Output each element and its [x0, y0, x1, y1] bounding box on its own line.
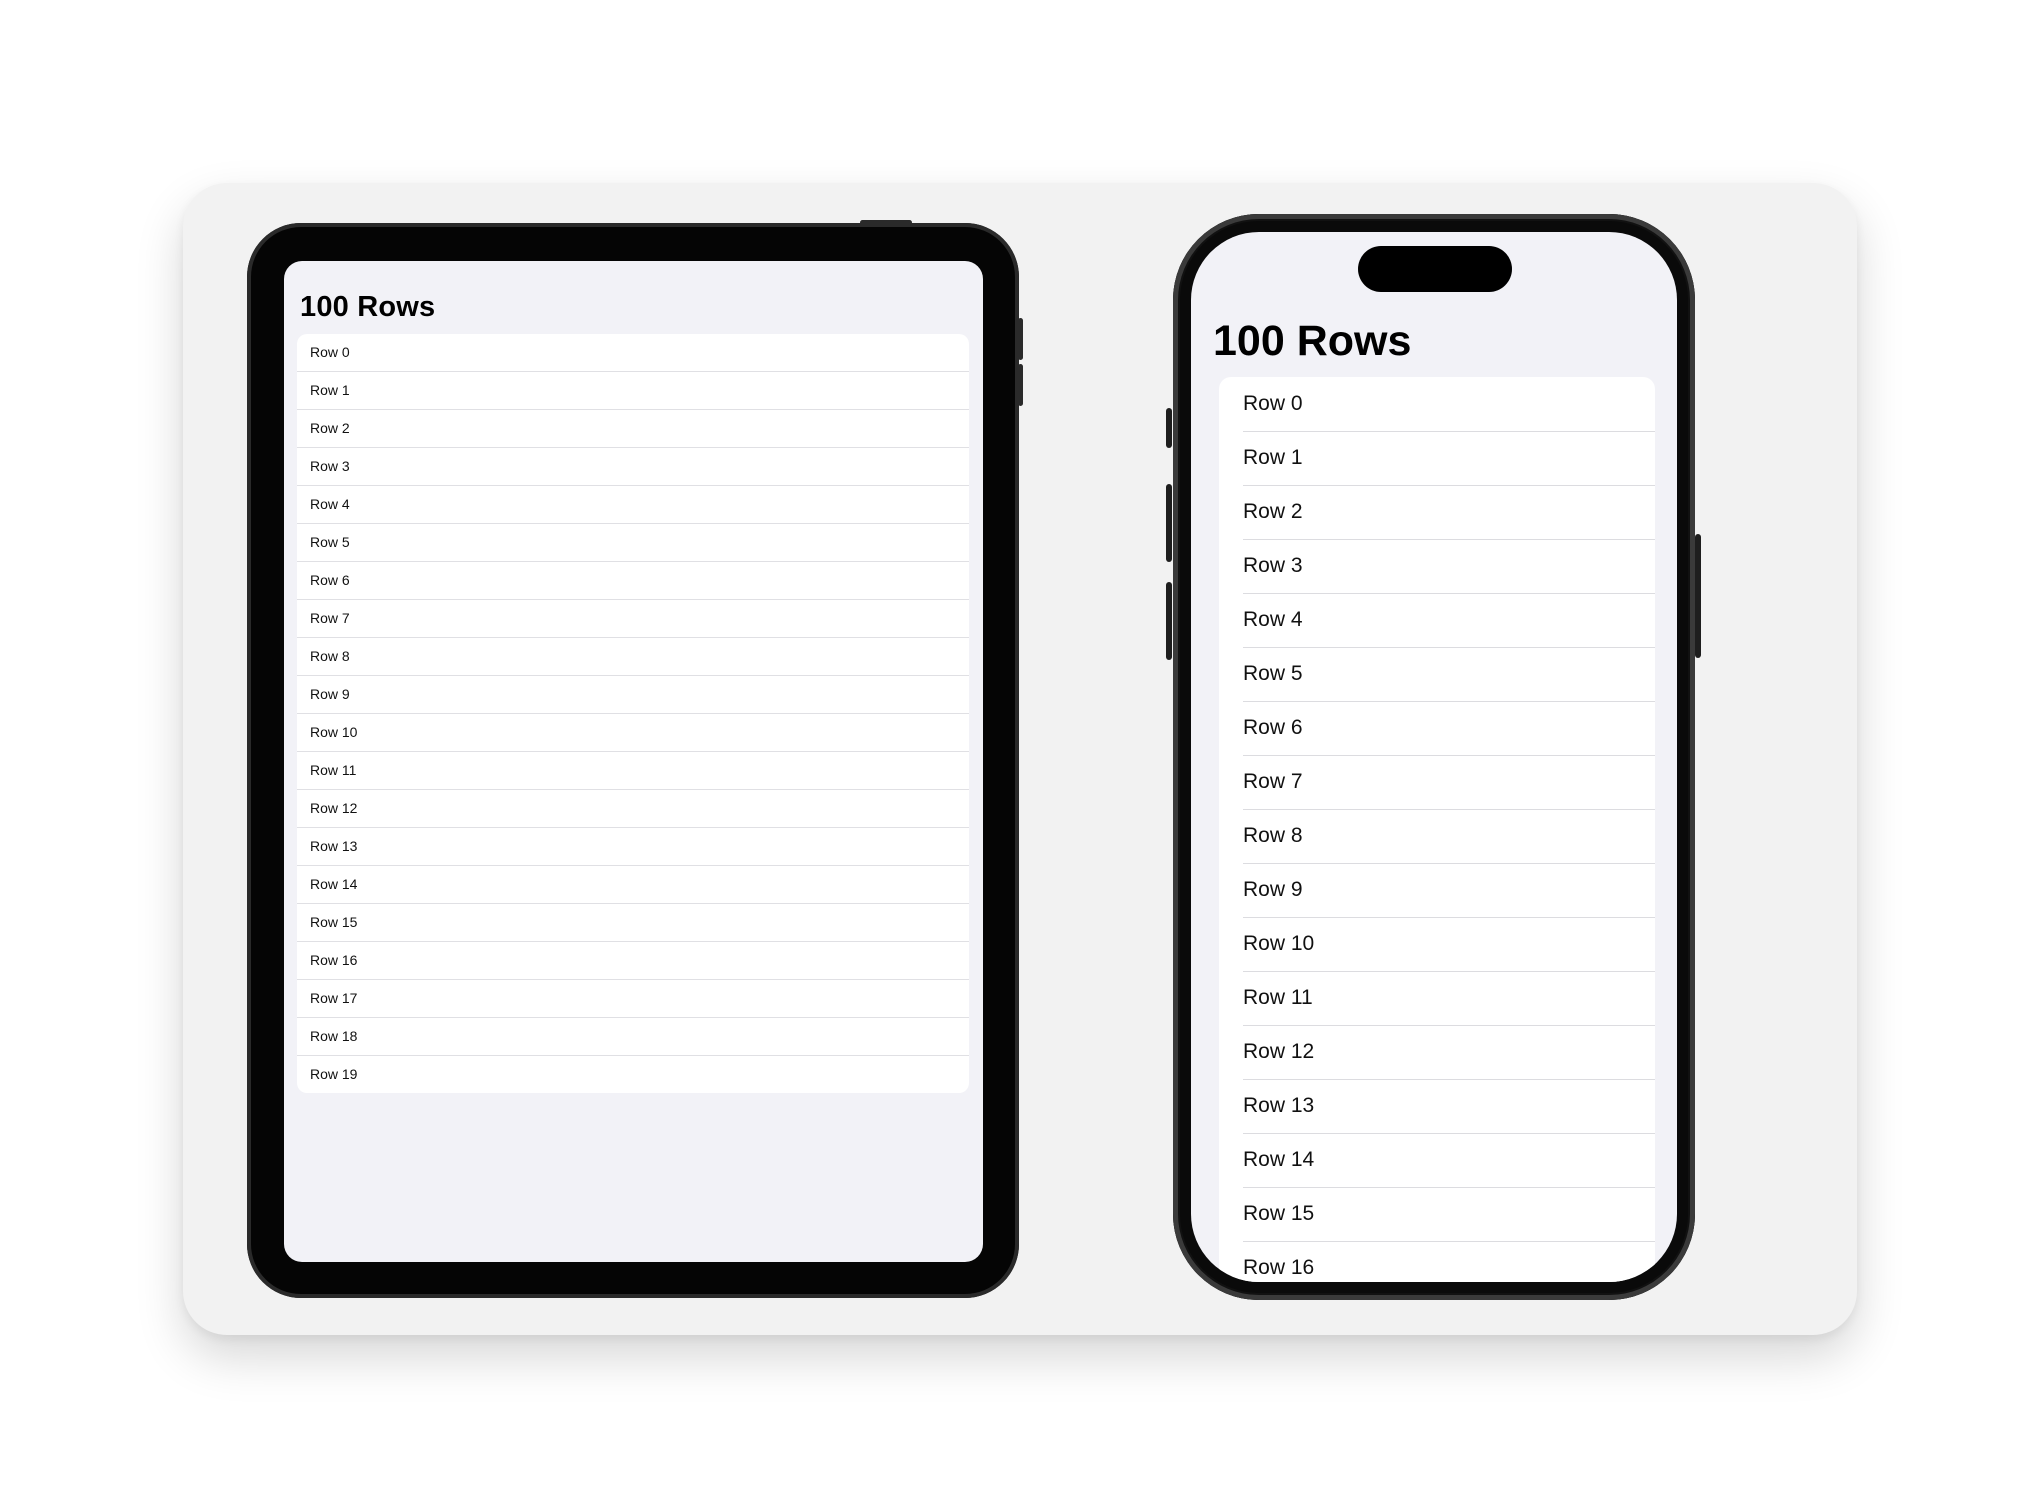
iphone-screen: 100 Rows Row 0 Row 1 Row 2 Row 3 Row 4 Row 5R…: [1191, 232, 1677, 1282]
list-item[interactable]: Row 8: [1219, 809, 1655, 863]
list-item[interactable]: Row 7: [297, 599, 969, 637]
list-item[interactable]: Row 11: [1219, 971, 1655, 1025]
list-item[interactable]: Row 5: [297, 523, 969, 561]
list-item[interactable]: Row 5: [1219, 647, 1655, 701]
ipad-screen: 100 Rows Row 0 Row 1 Row 2 Row 3 Row 4 Row 5R…: [284, 261, 983, 1262]
list-item[interactable]: Row 2: [297, 409, 969, 447]
iphone-power-button: [1695, 534, 1701, 658]
list-item[interactable]: Row 3: [1219, 539, 1655, 593]
list-item[interactable]: Row 19: [297, 1055, 969, 1093]
list-item[interactable]: Row 1: [297, 371, 969, 409]
list-item[interactable]: Row 2: [1219, 485, 1655, 539]
list-item[interactable]: Row 7: [1219, 755, 1655, 809]
dynamic-island: [1358, 246, 1512, 292]
list-item[interactable]: Row 12: [297, 789, 969, 827]
ipad-volume-down-button: [1018, 364, 1023, 406]
row-list[interactable]: Row 0 Row 1 Row 2 Row 3 Row 4 Row 5 Row 6 Row 7…: [297, 334, 969, 1093]
list-item[interactable]: Row 9: [1219, 863, 1655, 917]
list-item[interactable]: Row 3: [297, 447, 969, 485]
list-item[interactable]: Row 15: [297, 903, 969, 941]
list-item[interactable]: Row 13: [1219, 1079, 1655, 1133]
iphone-action-button: [1166, 408, 1172, 448]
list-item[interactable]: Row 1: [1219, 431, 1655, 485]
page-title: 100 Rows: [300, 291, 436, 323]
list-item[interactable]: Row 16: [297, 941, 969, 979]
ipad-volume-up-button: [1018, 318, 1023, 360]
list-item[interactable]: Row 6: [297, 561, 969, 599]
list-item[interactable]: Row 6: [1219, 701, 1655, 755]
iphone-volume-down-button: [1166, 582, 1172, 660]
list-item[interactable]: Row 12: [1219, 1025, 1655, 1079]
list-item[interactable]: Row 17: [297, 979, 969, 1017]
list-item[interactable]: Row 9: [297, 675, 969, 713]
iphone-volume-up-button: [1166, 484, 1172, 562]
list-item[interactable]: Row 0: [1219, 377, 1655, 431]
page-title: 100 Rows: [1213, 317, 1412, 365]
list-item[interactable]: Row 14: [297, 865, 969, 903]
list-item[interactable]: Row 10: [297, 713, 969, 751]
list-item[interactable]: Row 10: [1219, 917, 1655, 971]
list-item[interactable]: Row 4: [1219, 593, 1655, 647]
list-item[interactable]: Row 14: [1219, 1133, 1655, 1187]
list-item[interactable]: Row 0: [297, 334, 969, 371]
list-item[interactable]: Row 16: [1219, 1241, 1655, 1282]
list-item[interactable]: Row 18: [297, 1017, 969, 1055]
list-item[interactable]: Row 4: [297, 485, 969, 523]
list-item[interactable]: Row 15: [1219, 1187, 1655, 1241]
row-list[interactable]: Row 0 Row 1 Row 2 Row 3 Row 4 Row 5 Row 6 Row 7…: [1219, 377, 1655, 1282]
list-item[interactable]: Row 13: [297, 827, 969, 865]
list-item[interactable]: Row 11: [297, 751, 969, 789]
list-item[interactable]: Row 8: [297, 637, 969, 675]
